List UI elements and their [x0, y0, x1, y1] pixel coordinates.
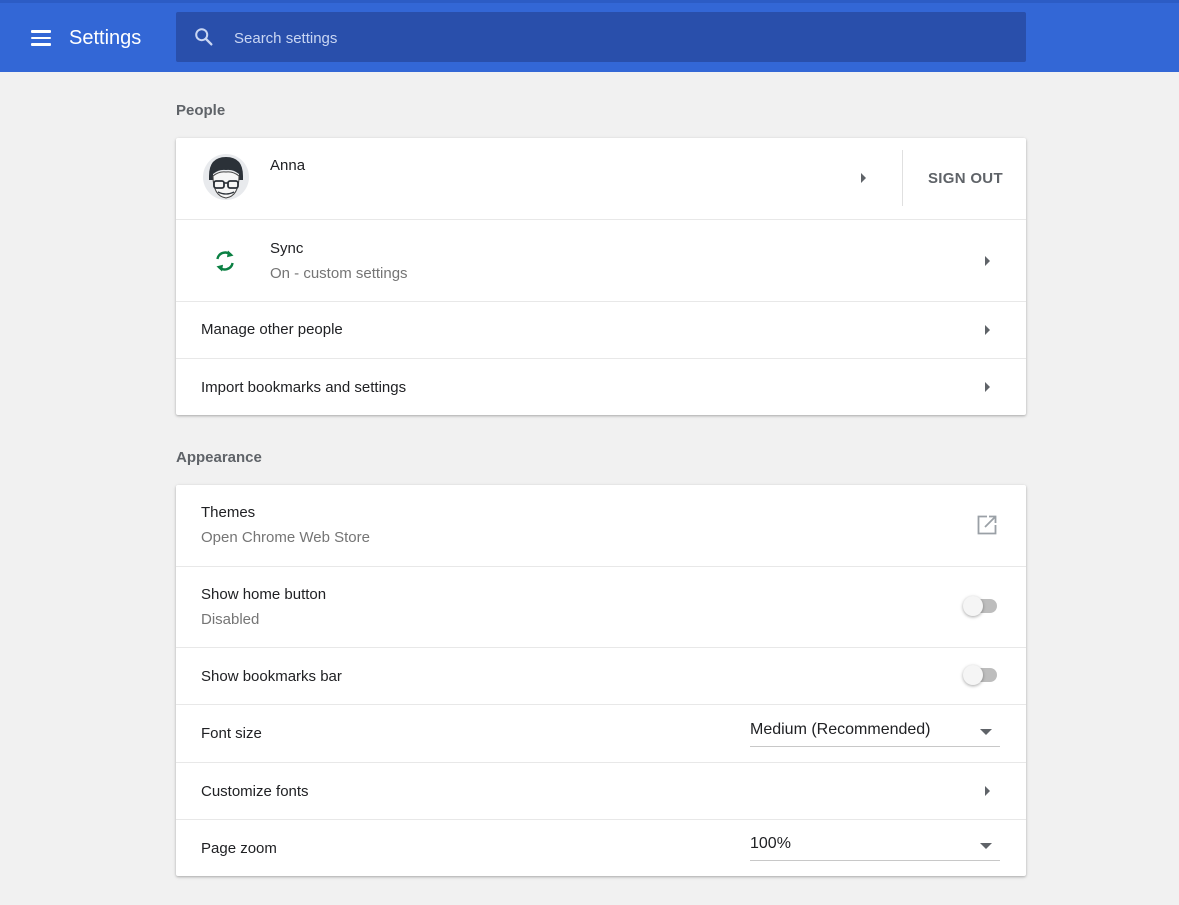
- sign-out-button[interactable]: SIGN OUT: [928, 170, 1003, 187]
- dropdown-arrow-icon: [980, 729, 992, 735]
- manage-other-people-row[interactable]: Manage other people: [176, 301, 1026, 358]
- home-button-label: Show home button: [201, 586, 327, 603]
- hamburger-menu-icon[interactable]: [28, 25, 54, 51]
- home-button-toggle[interactable]: [963, 596, 1003, 616]
- search-input[interactable]: [232, 12, 996, 64]
- appearance-card: Themes Open Chrome Web Store Show home b…: [176, 485, 1026, 876]
- profile-row[interactable]: Anna SIGN OUT: [176, 138, 1026, 219]
- themes-sub: Open Chrome Web Store: [201, 529, 370, 546]
- bookmarks-bar-row[interactable]: Show bookmarks bar: [176, 647, 1026, 704]
- bookmarks-bar-label: Show bookmarks bar: [201, 668, 342, 685]
- search-icon: [195, 28, 213, 46]
- sync-row[interactable]: Sync On - custom settings: [176, 219, 1026, 301]
- import-bookmarks-label: Import bookmarks and settings: [201, 379, 407, 396]
- import-bookmarks-row[interactable]: Import bookmarks and settings: [176, 358, 1026, 415]
- section-title-people: People: [176, 102, 226, 119]
- profile-name: Anna: [270, 157, 306, 174]
- sync-icon: [216, 250, 234, 272]
- sync-status: On - custom settings: [270, 265, 408, 282]
- font-size-label: Font size: [201, 725, 262, 742]
- home-button-row[interactable]: Show home button Disabled: [176, 566, 1026, 647]
- page-zoom-value: 100%: [750, 835, 791, 852]
- themes-row[interactable]: Themes Open Chrome Web Store: [176, 485, 1026, 566]
- chevron-right-icon[interactable]: [985, 382, 990, 392]
- customize-fonts-label: Customize fonts: [201, 783, 309, 800]
- themes-label: Themes: [201, 504, 256, 521]
- bookmarks-bar-toggle[interactable]: [963, 665, 1003, 685]
- page-title: Settings: [69, 27, 142, 49]
- chevron-right-icon[interactable]: [861, 173, 866, 183]
- avatar-icon: [203, 154, 249, 200]
- top-toolbar: Settings: [0, 0, 1179, 72]
- open-in-new-icon[interactable]: [977, 515, 997, 535]
- manage-other-people-label: Manage other people: [201, 321, 343, 338]
- divider: [902, 150, 903, 206]
- font-size-row: Font size Medium (Recommended): [176, 704, 1026, 762]
- font-size-value: Medium (Recommended): [750, 721, 931, 738]
- section-title-appearance: Appearance: [176, 449, 262, 466]
- font-size-select[interactable]: Medium (Recommended): [750, 718, 1000, 747]
- dropdown-arrow-icon: [980, 843, 992, 849]
- search-box[interactable]: [176, 12, 1026, 64]
- people-card: Anna SIGN OUT Sync On - custom settings …: [176, 138, 1026, 415]
- chevron-right-icon[interactable]: [985, 325, 990, 335]
- chevron-right-icon[interactable]: [985, 256, 990, 266]
- customize-fonts-row[interactable]: Customize fonts: [176, 762, 1026, 819]
- home-button-status: Disabled: [201, 611, 260, 628]
- chevron-right-icon[interactable]: [985, 786, 990, 796]
- page-zoom-label: Page zoom: [201, 840, 277, 857]
- page-zoom-select[interactable]: 100%: [750, 832, 1000, 861]
- sync-label: Sync: [270, 240, 304, 257]
- page-zoom-row: Page zoom 100%: [176, 819, 1026, 876]
